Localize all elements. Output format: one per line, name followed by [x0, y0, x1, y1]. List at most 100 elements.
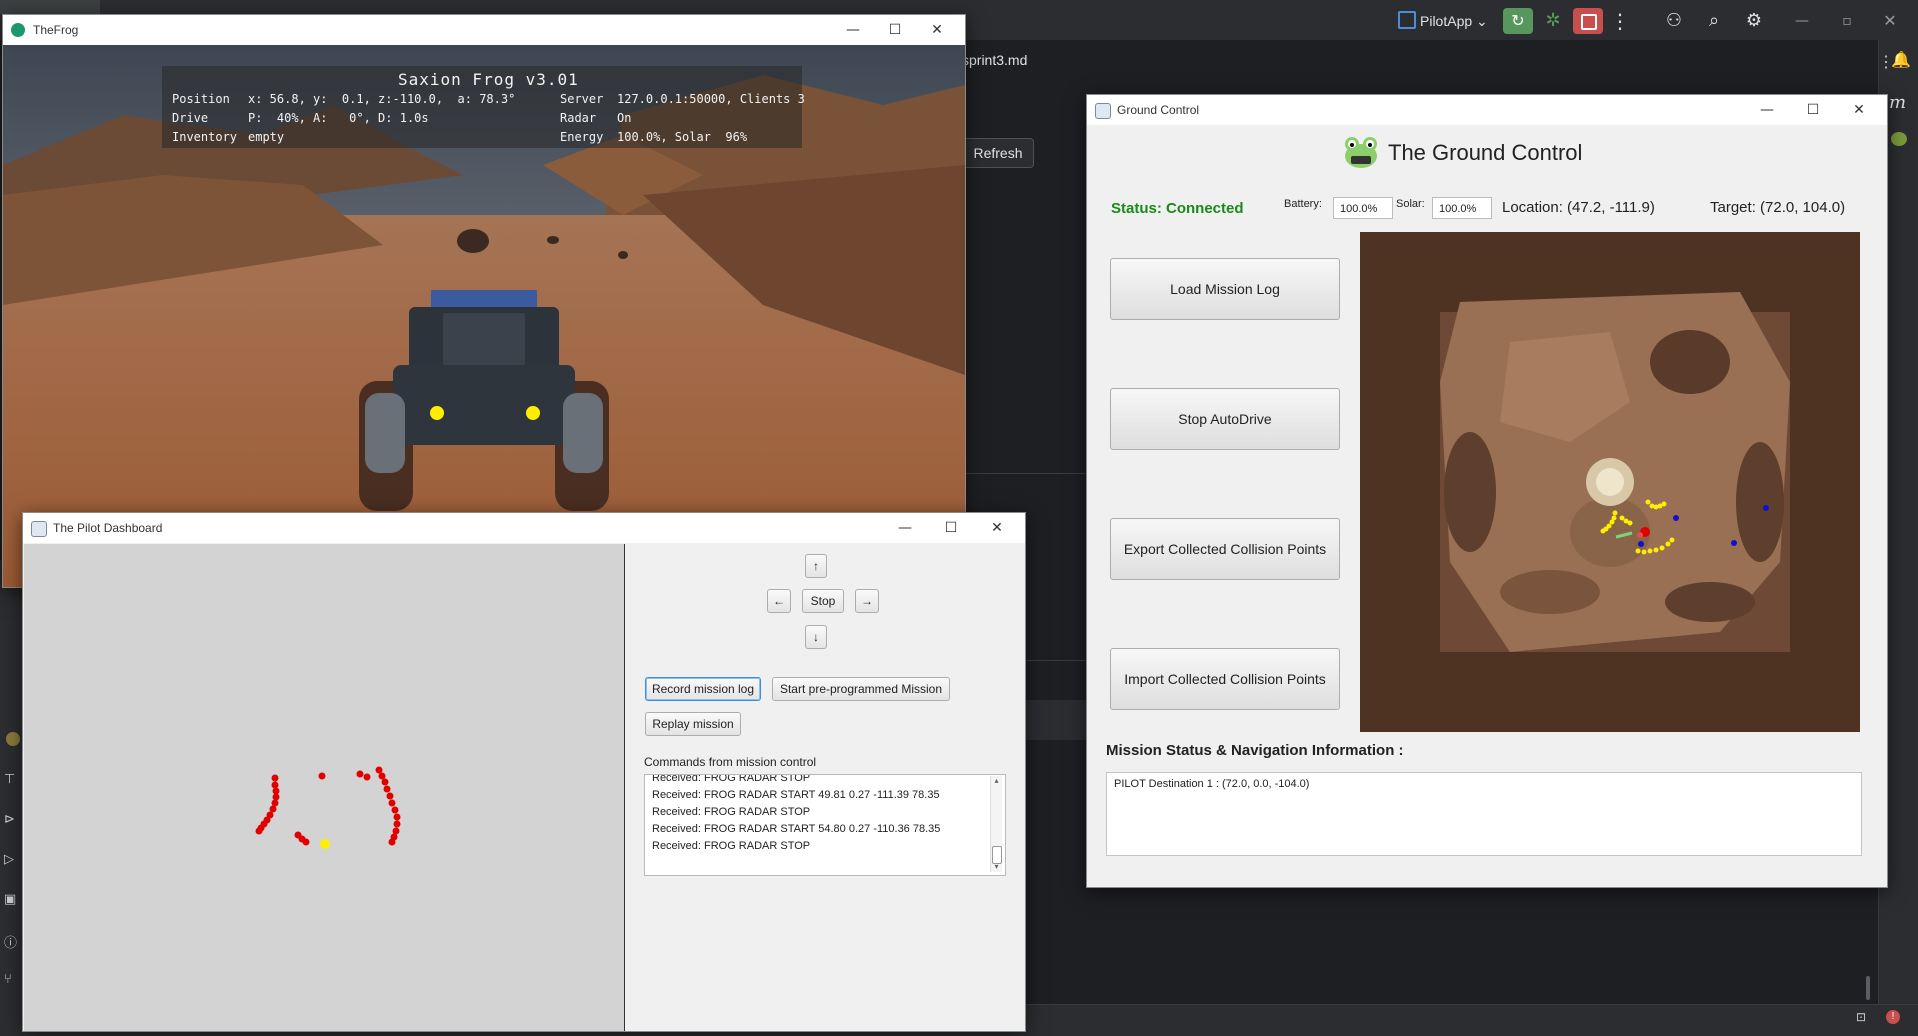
frog-logo-icon	[1345, 137, 1377, 168]
turn-left-button[interactable]: ←	[767, 589, 791, 613]
radar-plot	[255, 766, 401, 849]
turn-right-button[interactable]: →	[855, 589, 879, 613]
hud-position-value: x: 56.8, y: 0.1, z:-110.0, a: 78.3°	[248, 92, 516, 106]
problems-icon[interactable]: ⓘ	[4, 932, 20, 951]
debug-icon[interactable]: ✲	[1538, 8, 1568, 34]
solar-field[interactable]: 100.0%	[1432, 197, 1492, 219]
hud-title: Saxion Frog v3.01	[398, 70, 579, 89]
hud-server-label: Server	[560, 92, 604, 106]
frog-titlebar: TheFrog — ☐ ✕	[3, 15, 965, 45]
maximize-icon[interactable]: ☐	[1799, 99, 1827, 121]
lock-icon[interactable]: ⊡	[1856, 1010, 1866, 1024]
close-icon[interactable]: ✕	[983, 517, 1011, 539]
log-line: Received: FROG RADAR START 49.81 0.27 -1…	[652, 789, 940, 801]
replay-mission-button[interactable]: Replay mission	[645, 712, 741, 736]
location-readout: Location: (47.2, -111.9)	[1502, 199, 1655, 216]
rerun-button[interactable]: ↻	[1503, 8, 1533, 34]
battery-field[interactable]: 100.0%	[1333, 197, 1393, 219]
battery-label: Battery:	[1284, 198, 1322, 210]
gc-title: The Ground Control	[1388, 140, 1583, 165]
hud-inventory-value: empty	[248, 130, 285, 144]
stop-run-button[interactable]	[1573, 8, 1603, 34]
log-line: Received: FROG RADAR STOP	[652, 840, 811, 852]
import-collision-points-button[interactable]: Import Collected Collision Points	[1110, 648, 1340, 710]
terrain-map[interactable]	[1360, 232, 1860, 732]
frog-hud: Saxion Frog v3.01 Position x: 56.8, y: 0…	[162, 66, 805, 148]
minimize-icon[interactable]: —	[839, 19, 867, 41]
hud-energy-value: 100.0%, Solar 96%	[617, 130, 748, 144]
stop-autodrive-button[interactable]: Stop AutoDrive	[1110, 388, 1340, 450]
frog-tool-icon[interactable]	[6, 732, 20, 746]
target-readout: Target: (72.0, 104.0)	[1710, 199, 1846, 216]
restore-icon[interactable]: ▫	[1835, 8, 1859, 34]
log-scrollbar[interactable]: ▴ ▾	[990, 776, 1002, 872]
commands-label: Commands from mission control	[644, 755, 817, 769]
close-icon[interactable]: ✕	[923, 19, 951, 41]
frog-logo	[1342, 134, 1380, 170]
nav-info-text: PILOT Destination 1 : (72.0, 0.0, -104.0…	[1114, 778, 1310, 790]
stop-button[interactable]: Stop	[802, 589, 844, 613]
hud-radar-label: Radar	[560, 111, 597, 125]
export-collision-points-button[interactable]: Export Collected Collision Points	[1110, 518, 1340, 580]
ide-left-toolbar: ⊤ ⊳ ▷ ▣ ⓘ ⑂	[0, 560, 22, 1030]
build-icon[interactable]: ⊤	[4, 772, 20, 788]
hud-drive-label: Drive	[172, 111, 209, 125]
services-icon[interactable]: ⊳	[4, 812, 20, 828]
pilot-dashboard-window: The Pilot Dashboard — ☐ ✕ ↑ ← Stop → ↓ R…	[22, 512, 1026, 1032]
drive-forward-button[interactable]: ↑	[805, 554, 827, 578]
close-icon[interactable]: ✕	[1878, 8, 1902, 34]
scroll-down-icon[interactable]: ▾	[992, 862, 1001, 872]
markdown-icon[interactable]: m	[1889, 92, 1906, 113]
close-icon[interactable]: ✕	[1845, 99, 1873, 121]
terminal-icon[interactable]: ▣	[4, 892, 20, 908]
hud-energy-label: Energy	[560, 130, 604, 144]
search-icon[interactable]: ⌕	[1700, 8, 1728, 34]
maximize-icon[interactable]: ☐	[937, 517, 965, 539]
tab-more-icon[interactable]: ⋮	[1878, 52, 1894, 72]
gc-window-title: Ground Control	[1117, 103, 1200, 117]
gc-titlebar: Ground Control — ☐ ✕	[1087, 95, 1887, 125]
pilot-window-title: The Pilot Dashboard	[53, 521, 163, 535]
connection-status: Status: Connected	[1111, 200, 1244, 217]
maximize-icon[interactable]: ☐	[881, 19, 909, 41]
ide-partial-tabs	[0, 0, 100, 14]
hud-inventory-label: Inventory	[172, 130, 238, 144]
hud-position-label: Position	[172, 92, 230, 106]
git-icon[interactable]: ⑂	[4, 972, 20, 988]
mission-log-textarea[interactable]: Received: FROG RADAR STOP Received: FROG…	[644, 774, 1006, 876]
run-tool-icon[interactable]: ▷	[4, 852, 20, 868]
add-user-icon[interactable]: ⚇	[1660, 8, 1688, 34]
solar-label: Solar:	[1396, 198, 1425, 210]
hud-server-value: 127.0.0.1:50000, Clients 3	[617, 92, 805, 106]
refresh-button[interactable]: Refresh	[962, 138, 1034, 168]
minimize-icon[interactable]: —	[891, 517, 919, 539]
run-config-selector[interactable]: PilotApp ⌄	[1398, 8, 1488, 34]
frog-app-icon	[11, 23, 25, 37]
error-icon[interactable]: !	[1886, 1010, 1900, 1024]
nav-heading: Mission Status & Navigation Information …	[1106, 742, 1404, 759]
hud-drive-value: P: 40%, A: 0°, D: 1.0s	[248, 111, 429, 125]
pilot-titlebar: The Pilot Dashboard — ☐ ✕	[23, 513, 1025, 543]
minimize-icon[interactable]: —	[1790, 8, 1814, 34]
app-icon	[1095, 103, 1111, 119]
tab-sprint3-md[interactable]: sprint3.md	[962, 52, 1027, 68]
terrain-map-image	[1360, 232, 1860, 732]
frog-window-title: TheFrog	[33, 23, 79, 37]
load-mission-log-button[interactable]: Load Mission Log	[1110, 258, 1340, 320]
record-mission-log-button[interactable]: Record mission log	[645, 677, 761, 701]
divider	[960, 473, 1090, 474]
scrollbar[interactable]	[1866, 976, 1870, 1000]
log-line: Received: FROG RADAR START 54.80 0.27 -1…	[652, 823, 941, 835]
more-icon[interactable]: ⋮	[1608, 8, 1632, 34]
start-preprogrammed-mission-button[interactable]: Start pre-programmed Mission	[772, 677, 950, 701]
run-config-label: PilotApp	[1420, 13, 1473, 29]
minimize-icon[interactable]: —	[1753, 99, 1781, 121]
gear-icon[interactable]: ⚙	[1740, 8, 1768, 34]
hud-radar-value: On	[617, 111, 632, 125]
log-line: Received: FROG RADAR STOP	[652, 774, 811, 784]
frog-plugin-icon[interactable]	[1891, 132, 1907, 146]
radar-canvas[interactable]	[24, 544, 625, 1031]
log-line: Received: FROG RADAR STOP	[652, 806, 811, 818]
drive-backward-button[interactable]: ↓	[805, 625, 827, 649]
scroll-up-icon[interactable]: ▴	[992, 776, 1001, 786]
